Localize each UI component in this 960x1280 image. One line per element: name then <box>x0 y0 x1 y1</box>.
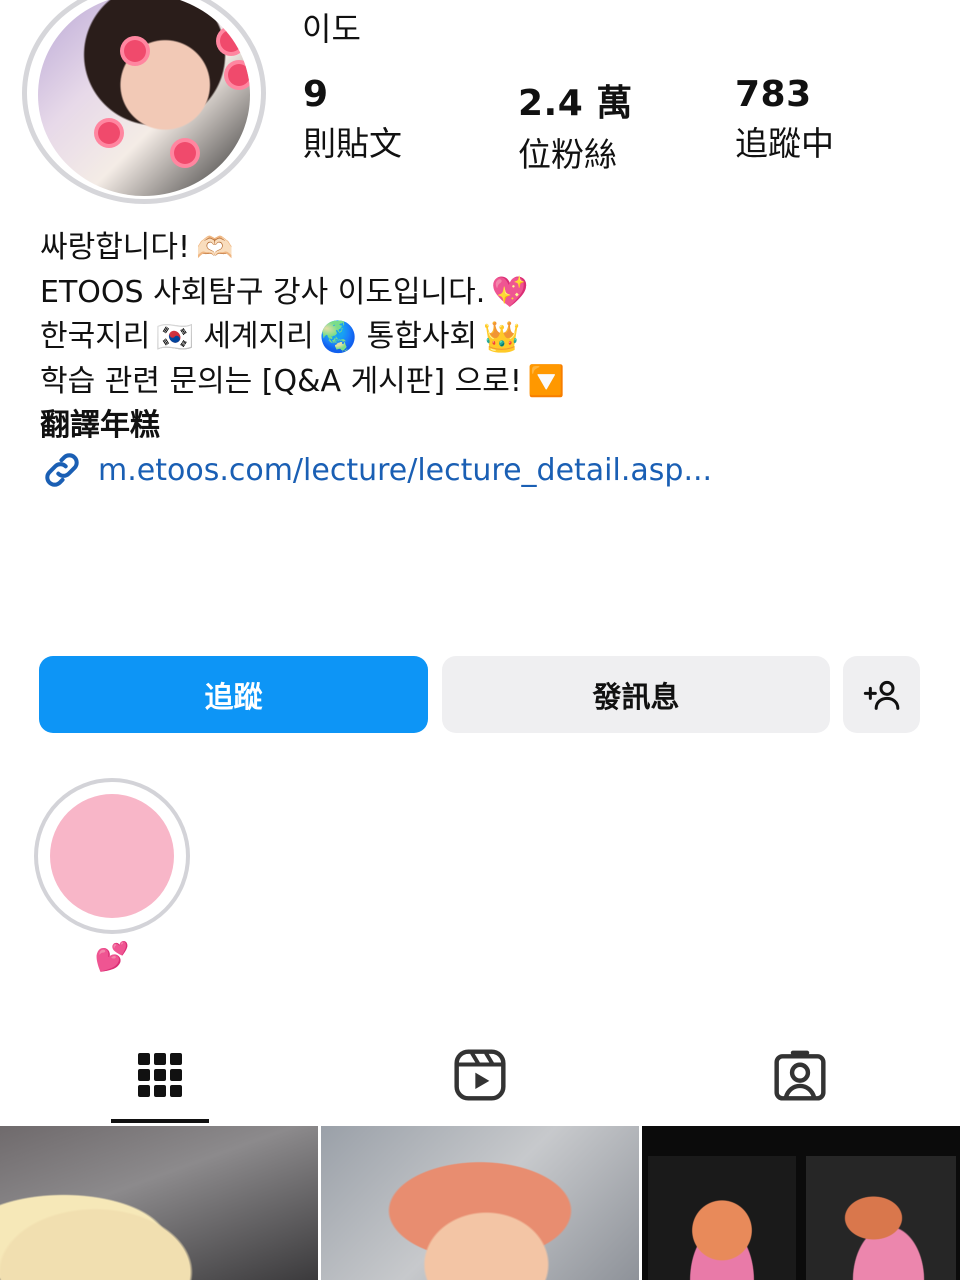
stat-posts-label: 則貼文 <box>303 124 402 163</box>
crown-icon: 👑 <box>483 319 521 355</box>
sparkling-heart-icon: 💖 <box>491 275 529 310</box>
stat-followers[interactable]: 2.4 萬 位粉絲 <box>518 74 633 176</box>
flower-sticker-icon <box>220 30 242 52</box>
post-thumbnail[interactable] <box>0 1126 318 1280</box>
korea-flag-icon: 🇰🇷 <box>156 319 194 355</box>
post-thumbnail[interactable] <box>321 1126 639 1280</box>
stat-followers-label: 位粉絲 <box>518 135 617 174</box>
follow-button-label: 追蹤 <box>204 679 263 714</box>
bio-line-4-text: 학습 관련 문의는 [Q&A 게시판] 으로! <box>40 363 522 399</box>
suggested-accounts-button[interactable] <box>843 656 920 733</box>
stat-posts: 9 則貼文 <box>303 74 402 165</box>
bio-subject-korea-geography: 한국지리 <box>40 319 151 354</box>
flower-sticker-icon <box>228 64 250 86</box>
add-person-icon <box>863 680 899 710</box>
bio-link-text: m.etoos.com/lecture/lecture_detail.asp..… <box>98 452 713 488</box>
message-button-label: 發訊息 <box>592 679 680 714</box>
post-photo-panel <box>806 1156 956 1280</box>
bio-line-1-text: 싸랑합니다! <box>40 230 191 265</box>
post-thumbnail[interactable] <box>642 1126 960 1280</box>
stat-following[interactable]: 783 追蹤中 <box>735 74 834 165</box>
stat-following-label: 追蹤中 <box>735 124 834 163</box>
flower-sticker-icon <box>98 122 120 144</box>
bio-line-1: 싸랑합니다! 🫶🏻 <box>40 226 565 271</box>
heart-hands-icon: 🫶🏻 <box>196 230 234 266</box>
profile-bio: 싸랑합니다! 🫶🏻 ETOOS 사회탐구 강사 이도입니다. 💖 한국지리 🇰🇷 세계… <box>40 226 565 448</box>
follow-button[interactable]: 追蹤 <box>39 656 428 733</box>
posts-grid <box>0 1126 960 1280</box>
post-photo-panel <box>648 1156 796 1280</box>
bio-subject-integrated-society: 통합사회 <box>366 319 478 354</box>
tab-posts[interactable] <box>125 1040 195 1110</box>
bio-line-3: 한국지리 🇰🇷 세계지리 🌏 통합사회 👑 <box>40 315 565 360</box>
grid-icon <box>138 1053 182 1097</box>
tagged-icon <box>774 1050 826 1101</box>
bio-external-link[interactable]: m.etoos.com/lecture/lecture_detail.asp..… <box>40 448 712 492</box>
story-highlight-cover[interactable] <box>50 794 174 918</box>
tab-reels[interactable] <box>445 1040 515 1110</box>
profile-tabs <box>0 1030 960 1124</box>
bio-line-4: 학습 관련 문의는 [Q&A 게시판] 으로! 🔽 <box>40 360 565 405</box>
avatar[interactable] <box>38 0 250 196</box>
globe-icon: 🌏 <box>319 319 358 355</box>
story-highlight-label: 💕 <box>94 940 130 973</box>
flower-sticker-icon <box>124 40 146 62</box>
bio-subject-world-geography: 세계지리 <box>203 319 314 354</box>
stat-followers-count: 2.4 萬 <box>518 83 633 124</box>
stat-following-count: 783 <box>735 74 812 115</box>
down-button-icon: 🔽 <box>527 364 566 399</box>
stat-posts-count: 9 <box>303 74 329 115</box>
tab-tagged[interactable] <box>765 1040 835 1110</box>
reels-icon <box>454 1049 506 1101</box>
active-tab-indicator <box>111 1119 209 1123</box>
bio-line-2-text: ETOOS 사회탐구 강사 이도입니다. <box>40 274 486 310</box>
message-button[interactable]: 發訊息 <box>442 656 830 733</box>
link-icon <box>45 453 79 487</box>
bio-line-2: ETOOS 사회탐구 강사 이도입니다. 💖 <box>40 271 565 316</box>
flower-sticker-icon <box>174 142 196 164</box>
translate-link[interactable]: 翻譯年糕 <box>40 404 565 448</box>
profile-username: 이도 <box>302 10 361 48</box>
